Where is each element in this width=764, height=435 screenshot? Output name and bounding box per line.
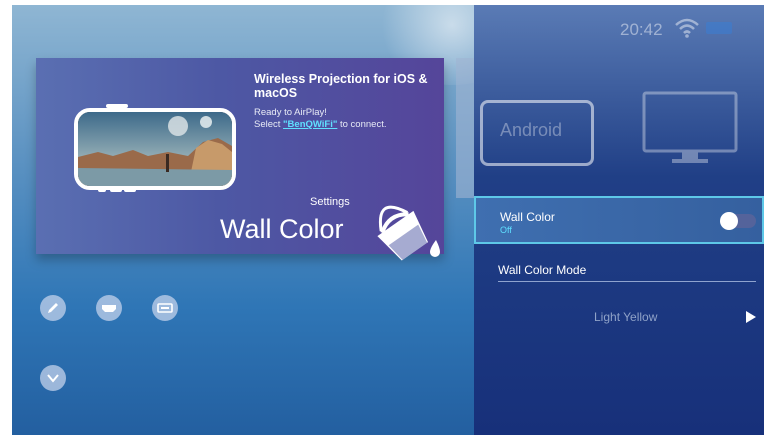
paint-bucket-icon <box>377 205 440 261</box>
card-connect-hint: Select "BenQWiFi" to connect. <box>254 119 386 131</box>
phone-illustration <box>74 108 236 190</box>
wall-color-row[interactable]: Wall Color Off <box>474 196 764 244</box>
edit-pencil-icon[interactable] <box>40 295 66 321</box>
wall-color-mode-option[interactable]: Light Yellow <box>594 310 657 324</box>
phone-button <box>124 188 136 192</box>
input-source-icon[interactable] <box>152 295 178 321</box>
wall-color-label: Wall Color <box>500 210 555 224</box>
landscape-image <box>78 112 232 186</box>
wireless-projection-card[interactable]: Wireless Projection for iOS & macOS Read… <box>36 58 444 261</box>
card-title: Wireless Projection for iOS & macOS <box>254 72 428 100</box>
setting-title: Wall Color <box>220 214 344 244</box>
card-subtitle: Ready to AirPlay! <box>254 107 327 118</box>
wifi-name-link[interactable]: "BenQWiFi" <box>283 119 337 130</box>
phone-button <box>110 188 122 192</box>
chevron-down-icon[interactable] <box>40 365 66 391</box>
wall-color-value: Off <box>500 225 512 235</box>
connect-suffix: to connect. <box>337 119 387 130</box>
battery-icon <box>706 22 732 34</box>
monitor-icon[interactable] <box>642 91 738 169</box>
divider <box>498 281 756 282</box>
wifi-icon <box>675 18 699 38</box>
clock: 20:42 <box>620 20 663 39</box>
connect-prefix: Select <box>254 119 284 130</box>
wall-color-toggle[interactable] <box>720 212 756 230</box>
android-label: Android <box>500 120 563 140</box>
phone-button <box>98 188 106 192</box>
hdmi-icon[interactable] <box>96 295 122 321</box>
toggle-knob <box>720 212 738 230</box>
arrow-right-icon[interactable] <box>745 310 757 324</box>
phone-button <box>106 104 128 108</box>
wall-color-mode-label[interactable]: Wall Color Mode <box>498 263 586 277</box>
projector-screen: Wireless Projection for iOS & macOS Read… <box>12 5 764 435</box>
settings-panel: 20:42 Android Wall Color Off Wall Color … <box>474 5 764 435</box>
settings-label: Settings <box>310 196 350 208</box>
